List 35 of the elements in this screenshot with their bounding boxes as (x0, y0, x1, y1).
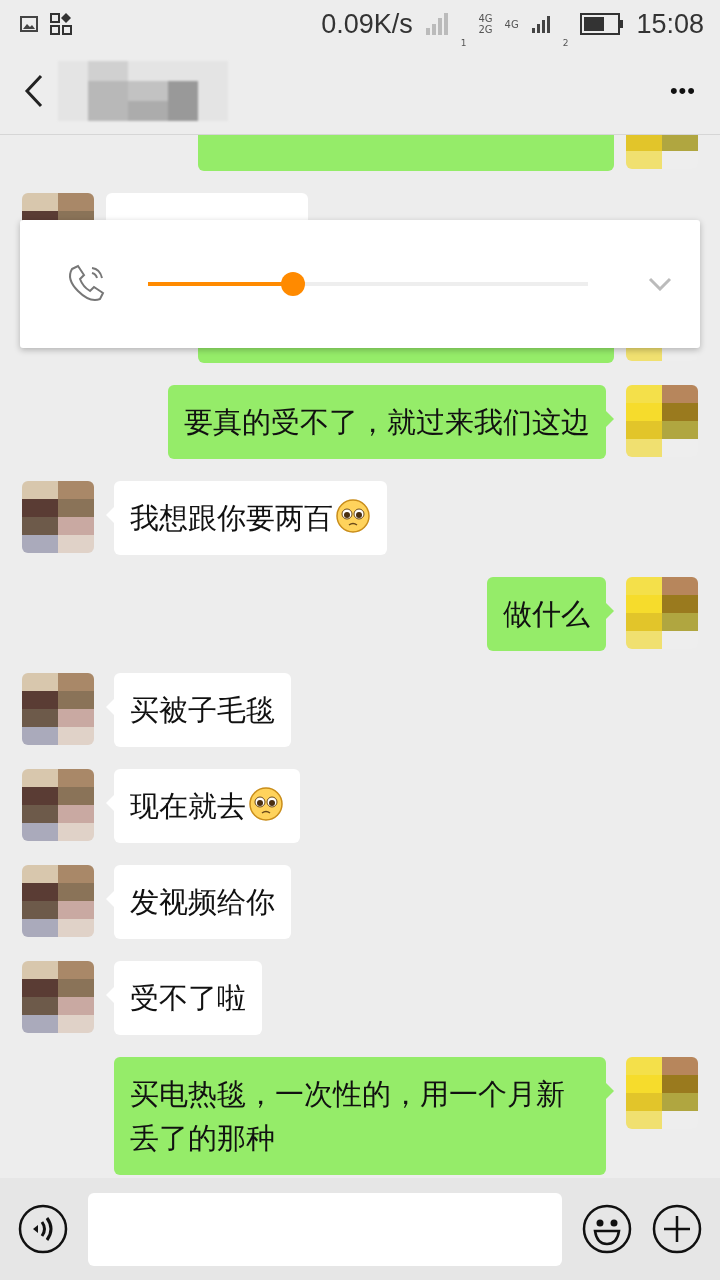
message-text: 要真的受不了，就过来我们这边 (184, 405, 590, 439)
network-type: 4G (504, 18, 519, 30)
sim-number: 1 (460, 38, 467, 48)
add-icon[interactable] (652, 1204, 702, 1254)
network-type: 4G (478, 13, 493, 24)
avatar[interactable] (22, 673, 94, 745)
back-icon[interactable] (24, 74, 44, 108)
message-text: 做什么 (503, 597, 590, 631)
sim-number: 2 (562, 38, 569, 48)
message-text: 买电热毯，一次性的，用一个月新丢了的那种 (130, 1077, 565, 1155)
message-text: 发视频给你 (130, 885, 275, 919)
apps-icon (50, 13, 72, 35)
battery-icon (580, 13, 625, 35)
avatar[interactable] (22, 865, 94, 937)
signal-icon (424, 12, 449, 36)
message-input[interactable] (88, 1192, 562, 1266)
avatar[interactable] (22, 481, 94, 553)
message-text: 我想跟你要两百 (130, 501, 333, 535)
avatar[interactable] (22, 961, 94, 1033)
clock-time: 15:08 (636, 8, 704, 40)
avatar[interactable] (626, 1057, 698, 1129)
message-text: 现在就去 (130, 789, 246, 823)
network-type: 2G (478, 24, 493, 35)
picture-icon (20, 16, 38, 32)
voice-icon[interactable] (18, 1204, 68, 1254)
avatar[interactable] (22, 769, 94, 841)
message-text: 买被子毛毯 (130, 693, 275, 727)
more-button[interactable]: ••• (669, 78, 696, 104)
emoji-icon[interactable] (582, 1204, 632, 1254)
message-text: 受不了啦 (130, 981, 246, 1015)
signal-icon (530, 14, 551, 34)
slider-thumb[interactable] (281, 272, 306, 296)
avatar[interactable] (626, 577, 698, 649)
network-speed: 0.09K/s (321, 8, 413, 40)
avatar[interactable] (626, 385, 698, 457)
